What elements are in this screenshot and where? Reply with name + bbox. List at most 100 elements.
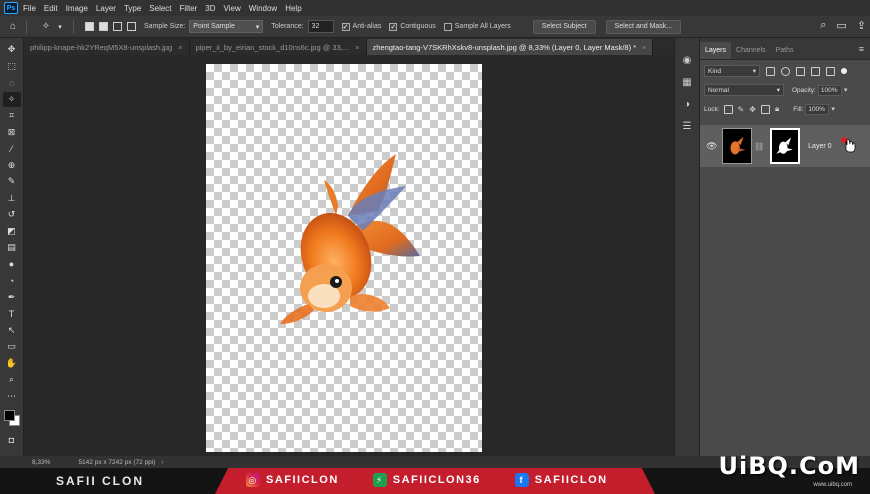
- layer-row[interactable]: 👁︎ ⛓︎ Layer 0: [700, 125, 870, 167]
- path-selection-tool-icon[interactable]: ↖: [3, 323, 21, 338]
- lock-transparent-icon[interactable]: [723, 104, 733, 114]
- crop-tool-icon[interactable]: ⌗: [3, 108, 21, 123]
- pen-tool-icon[interactable]: ✒: [3, 290, 21, 305]
- social-handles: ◎ SAFIICLON ⚡︎ SAFIICLON36 f SAFIICLON: [246, 473, 642, 487]
- add-to-selection-icon[interactable]: [99, 22, 108, 31]
- canvas-area[interactable]: [24, 55, 674, 456]
- layer-name[interactable]: Layer 0: [808, 143, 831, 150]
- intersect-selection-icon[interactable]: [127, 22, 136, 31]
- close-icon[interactable]: ×: [355, 43, 359, 52]
- magic-wand-tool-icon[interactable]: ✧: [2, 91, 21, 107]
- healing-brush-tool-icon[interactable]: ⊕: [3, 158, 21, 173]
- marquee-tool-icon[interactable]: ⬚: [3, 59, 21, 74]
- home-icon[interactable]: ⌂: [6, 20, 20, 34]
- layer-mask-thumbnail[interactable]: [770, 128, 801, 164]
- history-brush-tool-icon[interactable]: ↺: [3, 207, 21, 222]
- menu-view[interactable]: View: [224, 4, 241, 13]
- chevron-down-icon: ▾: [255, 23, 260, 31]
- more-tools-icon[interactable]: ⋯: [3, 389, 21, 404]
- zoom-level[interactable]: 8,33%: [32, 459, 50, 466]
- tab-piper-ii[interactable]: piper_ii_by_eirian_stock_d10ns6c.jpg @ 3…: [189, 39, 367, 55]
- tab-zhengtao-tang[interactable]: zhengtao-tang-V7SKRhXskv8-unsplash.jpg @…: [366, 39, 654, 55]
- layer-filter-select[interactable]: Kind ▾: [704, 65, 760, 77]
- filter-shape-icon[interactable]: [811, 66, 820, 76]
- sample-size-select[interactable]: Point Sample ▾: [189, 20, 264, 33]
- search-icon[interactable]: ⌕: [820, 19, 826, 32]
- document-canvas[interactable]: [206, 64, 482, 452]
- filter-adjustment-icon[interactable]: [781, 66, 790, 76]
- chevron-right-icon[interactable]: ›: [161, 459, 163, 466]
- opacity-input[interactable]: 100%: [817, 84, 842, 96]
- tab-layers[interactable]: Layers: [700, 42, 732, 59]
- swatches-panel-icon[interactable]: ▦: [679, 74, 695, 90]
- dodge-tool-icon[interactable]: ◔: [3, 273, 21, 288]
- brush-tool-icon[interactable]: ✎: [3, 174, 21, 189]
- libraries-panel-icon[interactable]: ☰: [679, 118, 695, 134]
- quick-mask-icon[interactable]: ◘: [3, 432, 21, 447]
- gradient-tool-icon[interactable]: ▤: [3, 240, 21, 255]
- subtract-from-selection-icon[interactable]: [113, 22, 122, 31]
- blend-opacity-row: Normal ▾ Opacity: 100% ▾: [700, 82, 870, 98]
- lock-all-icon[interactable]: 🔒︎: [775, 104, 779, 114]
- close-icon[interactable]: ×: [642, 43, 646, 52]
- chevron-down-icon[interactable]: ▾: [844, 86, 848, 94]
- tab-philipp-knape[interactable]: philipp-knape-hk2YReqM5X8-unsplash.jpg ×: [24, 39, 190, 55]
- menu-image[interactable]: Image: [66, 4, 88, 13]
- link-chain-icon[interactable]: ⛓︎: [754, 142, 764, 151]
- select-subject-button[interactable]: Select Subject: [532, 19, 596, 34]
- zoom-tool-icon[interactable]: ⌕: [3, 372, 21, 387]
- eyedropper-tool-icon[interactable]: ⁄: [3, 141, 21, 156]
- menu-select[interactable]: Select: [149, 4, 171, 13]
- menu-window[interactable]: Window: [249, 4, 277, 13]
- tab-label: philipp-knape-hk2YReqM5X8-unsplash.jpg: [30, 42, 173, 52]
- foreground-color-swatch[interactable]: [3, 410, 15, 421]
- fill-input[interactable]: 100%: [805, 103, 830, 115]
- filter-toggle-icon[interactable]: [841, 68, 847, 74]
- new-selection-icon[interactable]: [85, 22, 94, 31]
- visibility-eye-icon[interactable]: 👁︎: [706, 141, 718, 152]
- menu-help[interactable]: Help: [285, 4, 301, 13]
- share-icon[interactable]: ⇪: [857, 19, 866, 32]
- lasso-tool-icon[interactable]: ◌: [3, 75, 21, 90]
- chevron-down-icon[interactable]: ▾: [831, 105, 835, 113]
- anti-alias-checkbox[interactable]: ✓: [341, 22, 350, 31]
- filter-smart-object-icon[interactable]: [826, 66, 835, 76]
- workspace-icon[interactable]: ▭: [836, 19, 846, 32]
- blur-tool-icon[interactable]: ●: [3, 257, 21, 272]
- sample-all-layers-checkbox[interactable]: [443, 22, 452, 31]
- blend-mode-select[interactable]: Normal ▾: [704, 84, 784, 96]
- menu-layer[interactable]: Layer: [96, 4, 116, 13]
- menu-edit[interactable]: Edit: [44, 4, 58, 13]
- tab-paths[interactable]: Paths: [771, 42, 799, 59]
- adjustments-panel-icon[interactable]: ◑: [679, 96, 695, 112]
- menu-3d[interactable]: 3D: [205, 4, 215, 13]
- clone-stamp-tool-icon[interactable]: ⊥: [3, 191, 21, 206]
- menu-file[interactable]: File: [23, 4, 36, 13]
- filter-type-icon[interactable]: [796, 66, 805, 76]
- fill-label: Fill:: [793, 105, 804, 113]
- lock-brush-icon[interactable]: ✎: [738, 105, 745, 114]
- color-swatches[interactable]: [3, 409, 21, 429]
- lock-position-icon[interactable]: ✥: [749, 105, 756, 114]
- panel-menu-icon[interactable]: ≡: [859, 44, 864, 54]
- magic-wand-icon[interactable]: ✧: [39, 20, 53, 34]
- hand-tool-icon[interactable]: ✋: [3, 356, 21, 371]
- rectangle-tool-icon[interactable]: ▭: [3, 339, 21, 354]
- layer-thumbnail[interactable]: [722, 128, 752, 164]
- type-tool-icon[interactable]: T: [3, 306, 21, 321]
- frame-tool-icon[interactable]: ⊠: [3, 125, 21, 140]
- tab-channels[interactable]: Channels: [731, 42, 771, 59]
- tolerance-input[interactable]: 32: [307, 20, 334, 33]
- contiguous-checkbox[interactable]: ✓: [389, 22, 398, 31]
- lock-artboard-icon[interactable]: [760, 104, 770, 114]
- move-tool-icon[interactable]: ✥: [3, 42, 21, 57]
- select-and-mask-button[interactable]: Select and Mask...: [605, 19, 682, 34]
- layer-filter-row: Kind ▾: [700, 63, 870, 79]
- filter-pixel-icon[interactable]: [766, 66, 775, 76]
- eraser-tool-icon[interactable]: ◩: [3, 224, 21, 239]
- chevron-down-icon[interactable]: ▾: [53, 20, 67, 34]
- close-icon[interactable]: ×: [178, 43, 182, 52]
- menu-filter[interactable]: Filter: [180, 4, 198, 13]
- menu-type[interactable]: Type: [124, 4, 141, 13]
- color-panel-icon[interactable]: ◉: [679, 52, 695, 68]
